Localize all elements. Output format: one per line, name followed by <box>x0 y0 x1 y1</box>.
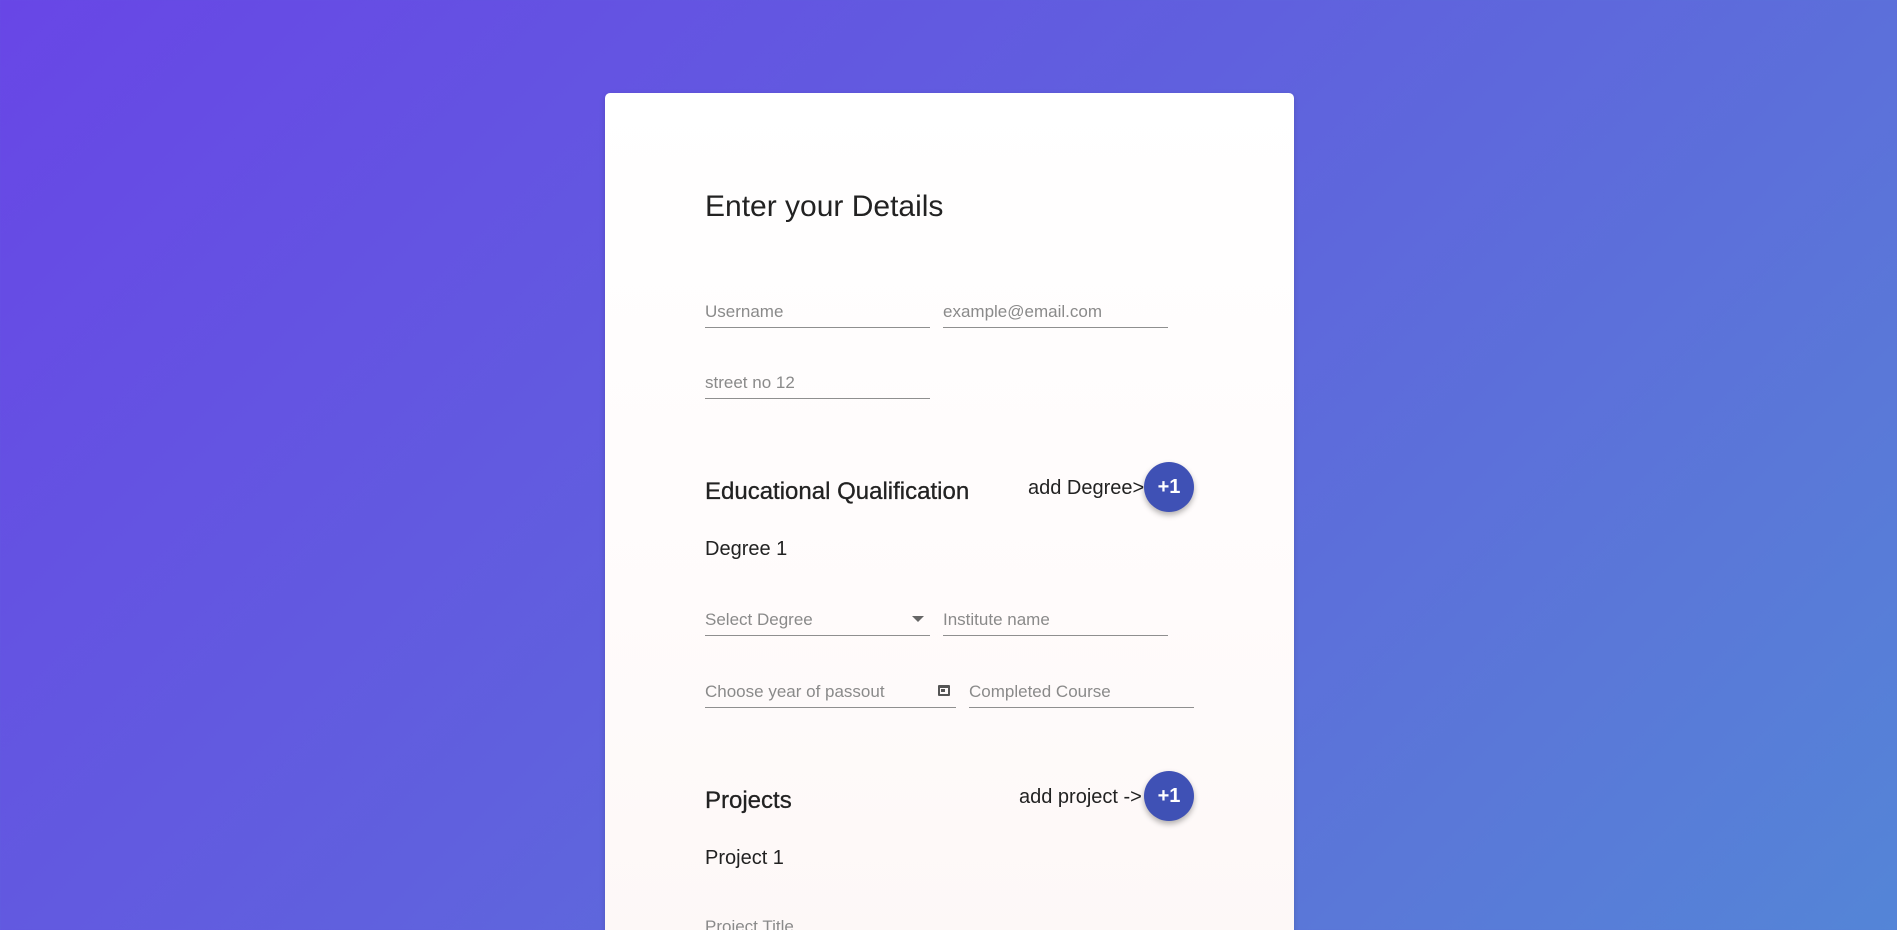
add-project-label: add project -> <box>1019 786 1142 808</box>
project-heading: Project 1 <box>705 847 784 869</box>
project-title-field[interactable]: Project Title <box>705 908 930 930</box>
username-placeholder: Username <box>705 302 784 321</box>
institute-placeholder: Institute name <box>943 610 1050 629</box>
address-placeholder: street no 12 <box>705 373 795 392</box>
passout-year-field[interactable]: Choose year of passout <box>705 673 956 708</box>
degree-heading: Degree 1 <box>705 538 788 560</box>
email-field[interactable]: example@email.com <box>943 293 1168 328</box>
education-section-title: Educational Qualification <box>705 478 970 505</box>
completed-course-field[interactable]: Completed Course <box>969 673 1194 708</box>
add-project-button[interactable]: +1 <box>1144 771 1194 821</box>
details-form-card: Enter your Details Username example@emai… <box>605 93 1294 930</box>
degree-select[interactable]: Select Degree <box>705 601 930 636</box>
address-field[interactable]: street no 12 <box>705 364 930 399</box>
project-title-placeholder: Project Title <box>705 917 794 930</box>
projects-section-title: Projects <box>705 787 792 814</box>
completed-course-placeholder: Completed Course <box>969 682 1111 701</box>
chevron-down-icon <box>912 616 924 622</box>
institute-field[interactable]: Institute name <box>943 601 1168 636</box>
page-title: Enter your Details <box>705 190 944 223</box>
passout-year-placeholder: Choose year of passout <box>705 682 885 701</box>
add-degree-label: add Degree> <box>1028 477 1145 499</box>
email-placeholder: example@email.com <box>943 302 1102 321</box>
calendar-icon[interactable] <box>938 685 950 696</box>
add-degree-button[interactable]: +1 <box>1144 462 1194 512</box>
username-field[interactable]: Username <box>705 293 930 328</box>
degree-select-placeholder: Select Degree <box>705 610 813 629</box>
